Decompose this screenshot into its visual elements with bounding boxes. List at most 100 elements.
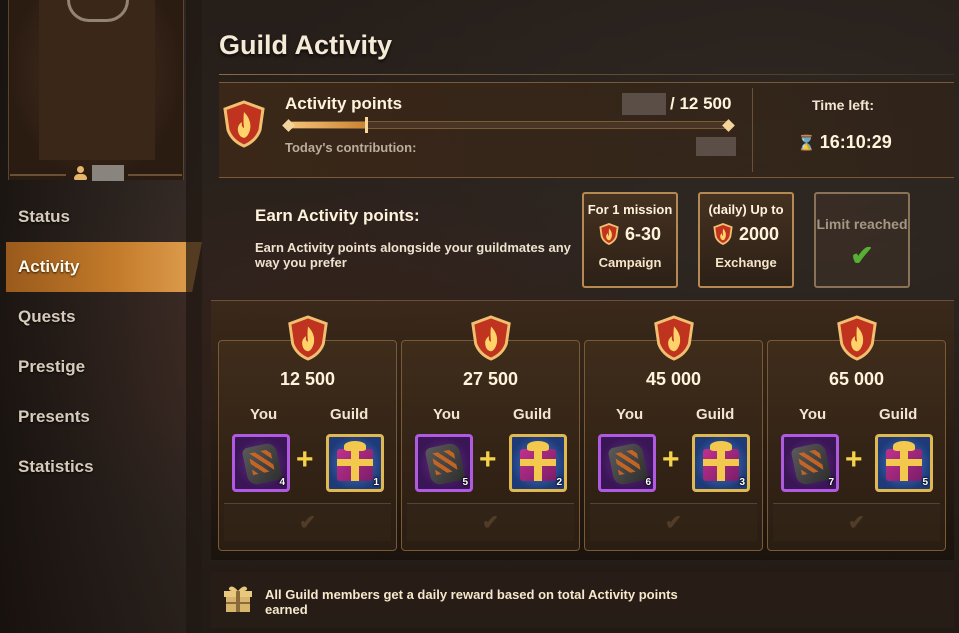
gift-box-icon [520, 449, 556, 481]
earn-description: Earn Activity points alongside your guil… [255, 240, 571, 270]
armor-item-icon [241, 441, 283, 487]
card-bottom-label: Exchange [715, 255, 777, 270]
activity-points-label: Activity points [285, 94, 403, 113]
sidebar-divider-right [128, 174, 182, 176]
tier-threshold: 45 000 [645, 369, 702, 389]
plus-icon: + [845, 443, 863, 476]
tier-you-label: You [250, 406, 278, 423]
title-divider [219, 74, 954, 75]
reward-count: 3 [739, 477, 745, 488]
you-reward-item[interactable]: 7 [781, 434, 839, 492]
earn-card-limit: Limit reached ✔ [814, 192, 910, 288]
tier-threshold: 12 500 [279, 369, 336, 389]
footer-text: All Guild members get a daily reward bas… [265, 587, 678, 617]
checkmark-icon: ✔ [299, 512, 316, 534]
reward-count: 6 [645, 477, 651, 488]
guild-reward-item[interactable]: 3 [692, 434, 750, 492]
activity-shield-icon [288, 315, 328, 361]
gift-bow [710, 441, 732, 451]
gift-bow [527, 441, 549, 451]
card-top-label: (daily) Up to [708, 202, 784, 217]
plus-icon: + [479, 443, 497, 476]
guild-reward-item[interactable]: 1 [326, 434, 384, 492]
gift-box-icon [886, 449, 922, 481]
card-value-row: 2000 [700, 223, 792, 245]
sidebar-item-label: Prestige [18, 357, 86, 376]
plus-icon: + [296, 443, 314, 476]
tier-guild-label: Guild [696, 406, 735, 423]
earn-card-exchange[interactable]: (daily) Up to 2000 Exchange [698, 192, 794, 288]
sidebar-divider-left [10, 174, 66, 176]
card-value: 6-30 [624, 223, 662, 244]
armor-item-icon [607, 441, 649, 487]
armor-item-icon [790, 441, 832, 487]
tier-claim-slot: ✔ [407, 503, 574, 541]
activity-shield-icon [471, 315, 511, 361]
armor-item-icon [424, 441, 466, 487]
guild-member-row [72, 163, 124, 183]
gift-box-icon [337, 449, 373, 481]
sidebar-nav: Status Activity Quests Prestige Presents… [0, 192, 202, 492]
guild-reward-item[interactable]: 2 [509, 434, 567, 492]
tier-guild-label: Guild [879, 406, 918, 423]
sidebar-item-activity[interactable]: Activity [6, 242, 202, 292]
guild-reward-item[interactable]: 5 [875, 434, 933, 492]
user-icon [72, 165, 88, 181]
tier-you-label: You [433, 406, 461, 423]
sidebar-item-prestige[interactable]: Prestige [0, 342, 202, 392]
time-left-value: 16:10:29 [819, 132, 892, 152]
sidebar-item-status[interactable]: Status [0, 192, 202, 242]
redacted-current-points [622, 93, 666, 115]
checkmark-icon: ✔ [482, 512, 499, 534]
card-top-label: For 1 mission [587, 202, 673, 217]
guild-portrait [8, 0, 184, 180]
sidebar-item-label: Activity [18, 257, 80, 276]
tier-you-label: You [616, 406, 644, 423]
todays-contribution-label: Today's contribution: [285, 140, 417, 155]
reward-count: 5 [462, 477, 468, 488]
sidebar-item-statistics[interactable]: Statistics [0, 442, 202, 492]
reward-count: 2 [556, 477, 562, 488]
sidebar-item-label: Status [18, 207, 70, 226]
earn-card-campaign[interactable]: For 1 mission 6-30 Campaign [582, 192, 678, 288]
you-reward-item[interactable]: 6 [598, 434, 656, 492]
gift-icon [224, 586, 252, 612]
gift-box-icon [703, 449, 739, 481]
card-value: 2000 [738, 223, 780, 244]
redacted-contribution-value [696, 137, 736, 156]
limit-reached-label: Limit reached [816, 216, 908, 232]
plus-icon: + [662, 443, 680, 476]
checkmark-icon: ✔ [850, 240, 874, 271]
sidebar-item-label: Quests [18, 307, 76, 326]
tier-threshold: 65 000 [828, 369, 885, 389]
earn-title: Earn Activity points: [255, 206, 420, 225]
activity-progress-bar [288, 121, 730, 129]
activity-progress-fill [289, 122, 369, 128]
sidebar-item-quests[interactable]: Quests [0, 292, 202, 342]
redacted-name [92, 165, 124, 181]
tier-threshold: 27 500 [462, 369, 519, 389]
you-reward-item[interactable]: 4 [232, 434, 290, 492]
card-value-row: 6-30 [584, 223, 676, 245]
tier-claim-slot: ✔ [590, 503, 757, 541]
activity-shield-icon [713, 223, 733, 245]
sidebar-item-label: Statistics [18, 457, 94, 476]
activity-shield-icon [654, 315, 694, 361]
tier-guild-label: Guild [330, 406, 369, 423]
sidebar: Status Activity Quests Prestige Presents… [0, 0, 202, 633]
hourglass-icon: ⌛ [797, 134, 816, 152]
you-reward-item[interactable]: 5 [415, 434, 473, 492]
gift-bow [344, 441, 366, 451]
progress-current-marker [365, 117, 368, 133]
sidebar-item-presents[interactable]: Presents [0, 392, 202, 442]
activity-shield-icon [223, 100, 265, 148]
header-separator [752, 88, 753, 172]
time-left-row: ⌛ 16:10:29 [797, 132, 892, 153]
activity-shield-icon [599, 223, 619, 245]
tier-claim-slot: ✔ [773, 503, 940, 541]
time-left-label: Time left: [812, 97, 874, 113]
page-title: Guild Activity [219, 30, 393, 60]
portrait-image [39, 0, 155, 160]
reward-count: 4 [279, 477, 285, 488]
reward-count: 1 [373, 477, 379, 488]
